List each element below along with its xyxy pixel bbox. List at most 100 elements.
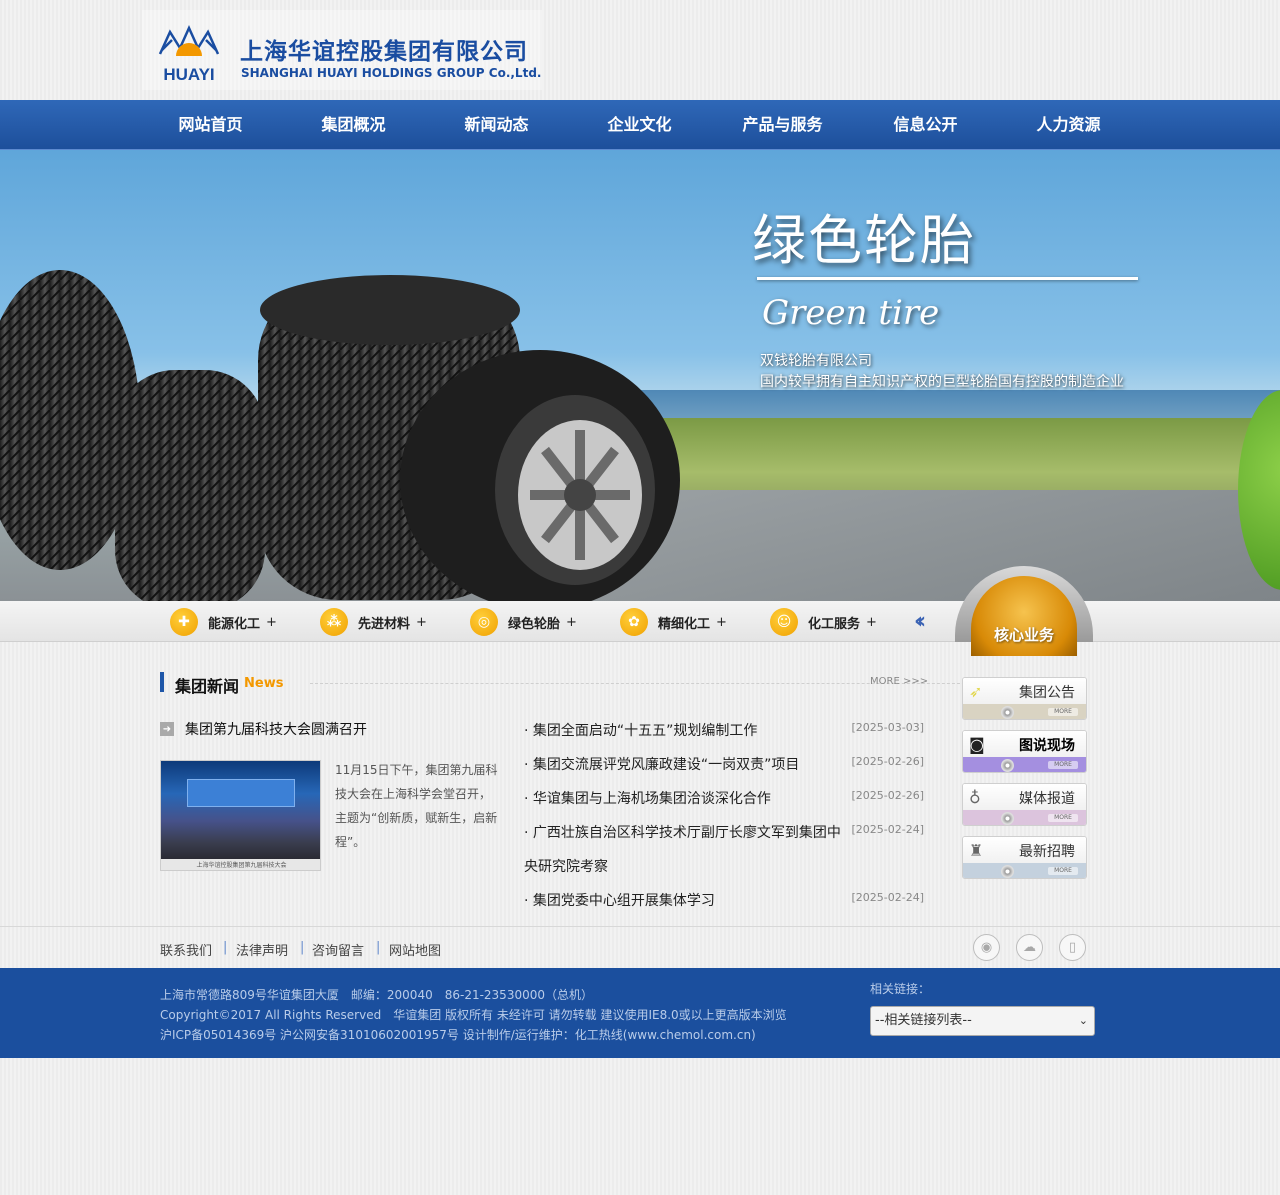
side-item-label: 集团公告	[1019, 685, 1075, 701]
news-summary: 11月15日下午，集团第九届科技大会在上海科学会堂召开，主题为“创新质，赋新生，…	[335, 763, 498, 849]
news-item-date: [2025-02-26]	[851, 789, 924, 802]
related-links-label: 相关链接：	[870, 982, 931, 996]
related-links-value: --相关链接列表--	[875, 1013, 972, 1028]
business-label: 化工服务	[808, 616, 861, 632]
expand-icon: +	[566, 614, 577, 630]
business-label: 绿色轮胎	[508, 616, 561, 632]
news-item-title[interactable]: · 广西壮族自治区科学技术厅副厅长廖文军到集团中央研究院考察	[524, 816, 849, 884]
footer-links: 联系我们 | 法律声明 | 咨询留言 | 网站地图 ◉ ☁ ▯	[0, 926, 1280, 968]
nav-item-home[interactable]: 网站首页	[139, 100, 282, 150]
molecule-icon: ⁂	[320, 608, 348, 636]
side-item-photos[interactable]: ◙ 图说现场 MORE	[962, 730, 1087, 773]
list-item[interactable]: · 集团党委中心组开展集体学习 [2025-02-24]	[524, 884, 924, 918]
core-business-label: 核心业务	[993, 626, 1054, 644]
side-more-link: MORE	[1048, 761, 1078, 769]
news-item-date: [2025-02-24]	[851, 891, 924, 904]
side-dot-icon	[1001, 706, 1014, 719]
nav-item-disclosure[interactable]: 信息公开	[854, 100, 997, 150]
footer-copyright: Copyright©2017 All Rights Reserved 华谊集团 …	[160, 1008, 787, 1022]
news-header: 集团新闻 News MORE >>>	[160, 672, 980, 696]
business-item-service[interactable]: ☺ 化工服务 +	[770, 608, 877, 636]
footer: 上海市常德路809号华谊集团大厦 邮编：200040 86-21-2353000…	[0, 968, 1280, 1058]
tire-icon: ◎	[470, 608, 498, 636]
side-item-announcement[interactable]: ➶ 集团公告 MORE	[962, 677, 1087, 720]
link-separator: |	[376, 940, 381, 955]
logo[interactable]: HUAYI 上海华谊控股集团有限公司 SHANGHAI HUAYI HOLDIN…	[142, 10, 542, 90]
side-dot-icon	[1001, 865, 1014, 878]
news-item-title[interactable]: · 集团交流展评党风廉政建设“一岗双责”项目	[524, 748, 849, 782]
chevron-down-icon: ⌄	[1078, 1014, 1088, 1027]
news-item-date: [2025-02-26]	[851, 755, 924, 768]
business-item-materials[interactable]: ⁂ 先进材料 +	[320, 608, 427, 636]
nav-item-culture[interactable]: 企业文化	[568, 100, 711, 150]
photo-stage-screen	[187, 779, 295, 807]
company-name-en: SHANGHAI HUAYI HOLDINGS GROUP Co.,Ltd.	[241, 66, 542, 80]
footer-link-feedback[interactable]: 咨询留言	[312, 940, 364, 959]
side-more-link: MORE	[1048, 867, 1078, 875]
microphone-icon: ♁	[969, 788, 981, 807]
mobile-icon[interactable]: ▯	[1059, 934, 1086, 961]
news-item-date: [2025-02-24]	[851, 823, 924, 836]
footer-icp: 沪ICP备05014369号 沪公网安备31010602001957号 设计制作…	[160, 1028, 756, 1042]
side-item-media[interactable]: ♁ 媒体报道 MORE	[962, 783, 1087, 826]
list-item[interactable]: · 集团交流展评党风廉政建设“一岗双责”项目 [2025-02-26]	[524, 748, 924, 782]
flask-icon: ✿	[620, 608, 648, 636]
banner-divider	[757, 277, 1138, 280]
business-label: 先进材料	[358, 616, 411, 632]
tire-stack-image	[0, 270, 680, 601]
header: HUAYI 上海华谊控股集团有限公司 SHANGHAI HUAYI HOLDIN…	[0, 0, 1280, 100]
news-more-link[interactable]: MORE >>>	[870, 676, 928, 687]
section-marker	[160, 672, 164, 692]
camera-icon: ◙	[969, 735, 985, 754]
weibo-icon[interactable]: ◉	[973, 934, 1000, 961]
side-item-label: 媒体报道	[1019, 791, 1075, 807]
side-item-recruitment[interactable]: ♜ 最新招聘 MORE	[962, 836, 1087, 879]
expand-icon: +	[866, 614, 877, 630]
footer-link-legal[interactable]: 法律声明	[236, 940, 288, 959]
news-headline-title[interactable]: 集团第九届科技大会圆满召开	[185, 719, 367, 739]
photo-caption: 上海华谊控股集团第九届科技大会	[196, 862, 287, 869]
link-separator: |	[223, 940, 228, 955]
news-item-title[interactable]: · 集团全面启动“十五五”规划编制工作	[524, 714, 849, 748]
nav-item-products[interactable]: 产品与服务	[711, 100, 854, 150]
related-links-select[interactable]: --相关链接列表-- ⌄	[870, 1006, 1095, 1036]
business-item-fine-chemical[interactable]: ✿ 精细化工 +	[620, 608, 727, 636]
plus-icon: ✚	[170, 608, 198, 636]
side-dot-icon	[1001, 812, 1014, 825]
link-separator: |	[300, 940, 305, 955]
company-name-cn: 上海华谊控股集团有限公司	[240, 39, 528, 65]
footer-link-contact[interactable]: 联系我们	[160, 940, 212, 959]
banner-company: 双钱轮胎有限公司	[760, 353, 872, 369]
footer-link-sitemap[interactable]: 网站地图	[389, 940, 441, 959]
svg-text:HUAYI: HUAYI	[163, 65, 214, 84]
huayi-logo-icon: HUAYI	[158, 24, 220, 84]
list-item[interactable]: · 广西壮族自治区科学技术厅副厅长廖文军到集团中央研究院考察 [2025-02-…	[524, 816, 924, 884]
arrow-right-icon: ➜	[160, 722, 174, 736]
list-item[interactable]: · 集团全面启动“十五五”规划编制工作 [2025-03-03]	[524, 714, 924, 748]
wechat-icon[interactable]: ☁	[1016, 934, 1043, 961]
news-list: · 集团全面启动“十五五”规划编制工作 [2025-03-03] · 集团交流展…	[524, 714, 924, 918]
core-badge-inner: 核心业务	[971, 576, 1077, 656]
expand-icon: +	[416, 614, 427, 630]
news-headline[interactable]: ➜ 集团第九届科技大会圆满召开	[160, 718, 367, 740]
news-item-title[interactable]: · 华谊集团与上海机场集团洽谈深化合作	[524, 782, 849, 816]
business-item-energy[interactable]: ✚ 能源化工 +	[170, 608, 277, 636]
nav-item-news[interactable]: 新闻动态	[425, 100, 568, 150]
bulletin-icon: ➶	[969, 682, 983, 701]
side-more-link: MORE	[1048, 708, 1078, 716]
news-item-title[interactable]: · 集团党委中心组开展集体学习	[524, 884, 849, 918]
nav-item-hr[interactable]: 人力资源	[997, 100, 1140, 150]
hero-banner[interactable]: 绿色轮胎 Green tire 双钱轮胎有限公司 国内较早拥有自主知识产权的巨型…	[0, 150, 1280, 601]
banner-title: 绿色轮胎	[752, 209, 976, 272]
list-item[interactable]: · 华谊集团与上海机场集团洽谈深化合作 [2025-02-26]	[524, 782, 924, 816]
business-label: 能源化工	[208, 616, 261, 632]
footer-address: 上海市常德路809号华谊集团大厦 邮编：200040 86-21-2353000…	[160, 988, 593, 1002]
main-nav: 网站首页 集团概况 新闻动态 企业文化 产品与服务 信息公开 人力资源	[0, 100, 1280, 150]
nav-item-overview[interactable]: 集团概况	[282, 100, 425, 150]
news-photo[interactable]: 上海华谊控股集团第九届科技大会	[160, 760, 321, 871]
expand-icon: +	[716, 614, 727, 630]
side-item-label: 图说现场	[1019, 738, 1075, 754]
chair-icon: ♜	[969, 841, 984, 860]
business-item-tire[interactable]: ◎ 绿色轮胎 +	[470, 608, 577, 636]
chevron-left-icon[interactable]: ‹‹	[914, 609, 926, 634]
